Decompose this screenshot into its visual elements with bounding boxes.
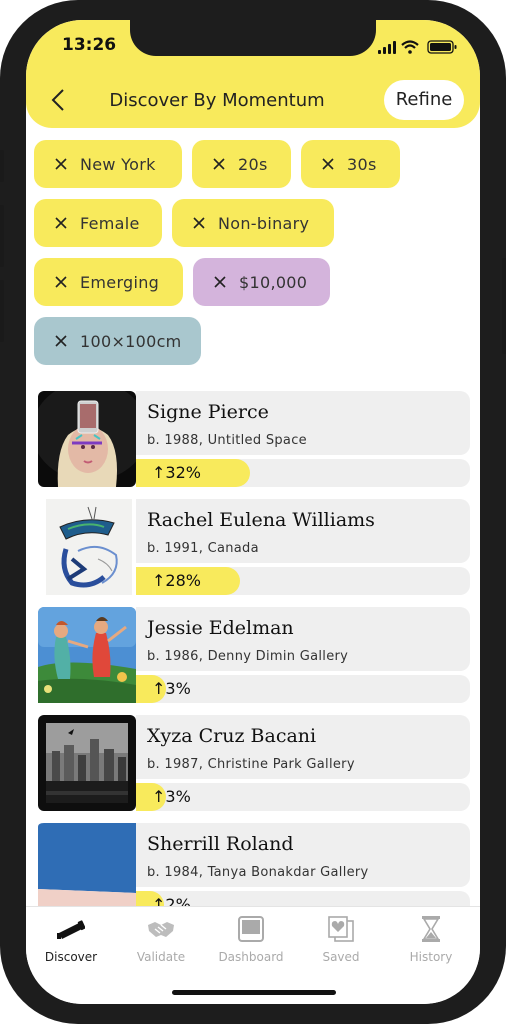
notch <box>130 20 376 56</box>
tab-history[interactable]: History <box>386 907 476 967</box>
status-time: 13:26 <box>62 35 117 55</box>
momentum-value: ↑3% <box>152 679 191 698</box>
filter-chip-label: Non-binary <box>218 213 310 233</box>
power-button <box>502 258 506 354</box>
artwork-thumbnail[interactable] <box>38 823 136 919</box>
filter-chip-size[interactable]: 100×100cm <box>34 317 201 365</box>
wifi-icon <box>401 40 419 54</box>
remove-icon[interactable] <box>192 216 206 230</box>
phone-frame: 13:26 Discover By Momentum Refine New Yo… <box>0 0 506 1024</box>
artist-name: Signe Pierce <box>147 401 269 423</box>
header-bar: 13:26 Discover By Momentum Refine <box>26 20 480 128</box>
tab-label: History <box>409 950 453 964</box>
filter-chip-price[interactable]: $10,000 <box>193 258 330 306</box>
dashboard-icon <box>238 916 264 942</box>
tab-label: Saved <box>322 950 360 964</box>
artist-info: b. 1991, Canada <box>147 541 259 556</box>
artist-card[interactable]: Jessie Edelman b. 1986, Denny Dimin Gall… <box>38 607 470 703</box>
tab-label: Discover <box>44 950 98 964</box>
signal-icon <box>378 41 396 54</box>
filter-chip-label: New York <box>80 154 156 174</box>
saved-hearts-icon <box>328 916 354 942</box>
artist-info: b. 1986, Denny Dimin Gallery <box>147 649 349 664</box>
filter-chip[interactable]: New York <box>34 140 182 188</box>
artwork-thumbnail[interactable] <box>38 391 136 487</box>
artist-info: b. 1984, Tanya Bonakdar Gallery <box>147 865 369 880</box>
artist-name: Jessie Edelman <box>147 617 294 639</box>
app-screen: 13:26 Discover By Momentum Refine New Yo… <box>26 20 480 1004</box>
artist-card[interactable]: Signe Pierce b. 1988, Untitled Space ↑32… <box>38 391 470 487</box>
artist-card[interactable]: Rachel Eulena Williams b. 1991, Canada ↑… <box>38 499 470 595</box>
momentum-value: ↑3% <box>152 787 191 806</box>
artist-info: b. 1987, Christine Park Gallery <box>147 757 355 772</box>
filter-chip-label: Female <box>80 213 140 233</box>
remove-icon[interactable] <box>54 334 68 348</box>
artwork-thumbnail[interactable] <box>38 607 136 703</box>
artwork-thumbnail[interactable] <box>38 499 136 595</box>
artist-card[interactable]: Sherrill Roland b. 1984, Tanya Bonakdar … <box>38 823 470 919</box>
momentum-value: ↑32% <box>152 463 201 482</box>
battery-icon <box>427 40 457 54</box>
filter-chip[interactable]: Female <box>34 199 162 247</box>
page-title: Discover By Momentum <box>109 90 325 111</box>
tab-validate[interactable]: Validate <box>116 907 206 967</box>
filter-chip[interactable]: Non-binary <box>172 199 334 247</box>
artist-name: Rachel Eulena Williams <box>147 509 375 531</box>
filter-chip-label: 100×100cm <box>80 331 182 351</box>
artist-name: Xyza Cruz Bacani <box>147 725 317 747</box>
remove-icon[interactable] <box>54 157 68 171</box>
momentum-value: ↑28% <box>152 571 201 590</box>
tab-label: Validate <box>136 950 186 964</box>
volume-down-button <box>0 280 4 342</box>
filter-chip[interactable]: Emerging <box>34 258 183 306</box>
artwork-thumbnail[interactable] <box>38 715 136 811</box>
tab-discover[interactable]: Discover <box>26 907 116 967</box>
tab-label: Dashboard <box>218 950 284 964</box>
filter-chip-label: 20s <box>238 154 268 174</box>
remove-icon[interactable] <box>321 157 335 171</box>
volume-up-button <box>0 205 4 267</box>
filter-chip-label: 30s <box>347 154 377 174</box>
remove-icon[interactable] <box>212 157 226 171</box>
telescope-icon <box>57 920 85 939</box>
artist-card[interactable]: Xyza Cruz Bacani b. 1987, Christine Park… <box>38 715 470 811</box>
handshake-icon <box>148 922 174 937</box>
refine-button[interactable]: Refine <box>384 80 464 120</box>
remove-icon[interactable] <box>213 275 227 289</box>
hourglass-icon <box>422 916 440 942</box>
tab-dashboard[interactable]: Dashboard <box>206 907 296 967</box>
filter-chip[interactable]: 20s <box>192 140 291 188</box>
artist-name: Sherrill Roland <box>147 833 294 855</box>
mute-switch <box>0 150 4 182</box>
filter-chip-label: Emerging <box>80 272 160 292</box>
tab-saved[interactable]: Saved <box>296 907 386 967</box>
filter-chip-label: $10,000 <box>239 272 308 292</box>
filter-chip[interactable]: 30s <box>301 140 400 188</box>
remove-icon[interactable] <box>54 275 68 289</box>
status-icons <box>378 40 457 54</box>
artist-info: b. 1988, Untitled Space <box>147 433 307 448</box>
remove-icon[interactable] <box>54 216 68 230</box>
home-indicator[interactable] <box>172 990 336 995</box>
